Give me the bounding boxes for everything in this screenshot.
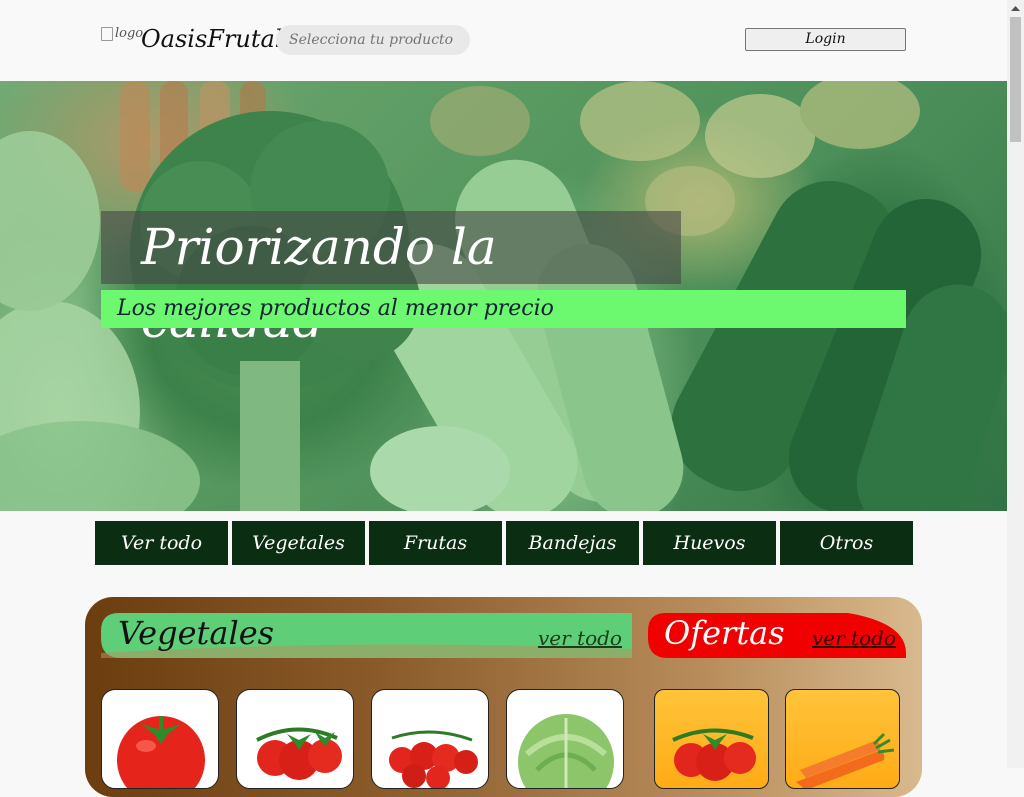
offer-card[interactable]: [654, 689, 769, 789]
offer-card[interactable]: [785, 689, 900, 789]
ofertas-section-title: Ofertas: [664, 614, 785, 652]
logo-alt-text: logo: [115, 26, 144, 41]
logo-image[interactable]: logo: [101, 26, 143, 41]
hero-subtitle: Los mejores productos al menor precio: [101, 290, 906, 328]
brand-name[interactable]: OasisFrutal: [141, 25, 283, 53]
tomato-icon: [117, 716, 205, 788]
tab-bandejas[interactable]: Bandejas: [506, 521, 639, 565]
header: logo OasisFrutal Login: [0, 0, 1007, 81]
product-card[interactable]: [101, 689, 219, 789]
category-tabs: Ver todo Vegetales Frutas Bandejas Huevo…: [95, 521, 913, 565]
vegetales-section-title: Vegetales: [118, 614, 275, 652]
tab-vegetales[interactable]: Vegetales: [232, 521, 365, 565]
product-card[interactable]: [236, 689, 354, 789]
scroll-up-arrow-icon[interactable]: [1007, 0, 1024, 17]
page-scrollbar[interactable]: [1007, 0, 1024, 768]
tab-ver-todo[interactable]: Ver todo: [95, 521, 228, 565]
tab-frutas[interactable]: Frutas: [369, 521, 502, 565]
lettuce-icon: [518, 714, 614, 788]
cherry-tomato-icon: [389, 730, 478, 788]
hero-title: Priorizando la calidad: [101, 211, 681, 349]
carrot-icon: [796, 732, 895, 788]
product-card[interactable]: [371, 689, 489, 789]
tab-otros[interactable]: Otros: [780, 521, 913, 565]
vine-tomato-icon: [256, 727, 342, 780]
login-button[interactable]: Login: [745, 28, 906, 51]
product-card[interactable]: [506, 689, 624, 789]
scrollbar-thumb[interactable]: [1010, 17, 1021, 142]
product-search-input[interactable]: [276, 25, 470, 55]
tab-huevos[interactable]: Huevos: [643, 521, 776, 565]
broken-image-icon: [101, 26, 113, 41]
vine-tomato-icon: [672, 728, 756, 781]
ofertas-ver-todo-link[interactable]: ver todo: [812, 626, 896, 650]
vegetales-ver-todo-link[interactable]: ver todo: [538, 626, 622, 650]
